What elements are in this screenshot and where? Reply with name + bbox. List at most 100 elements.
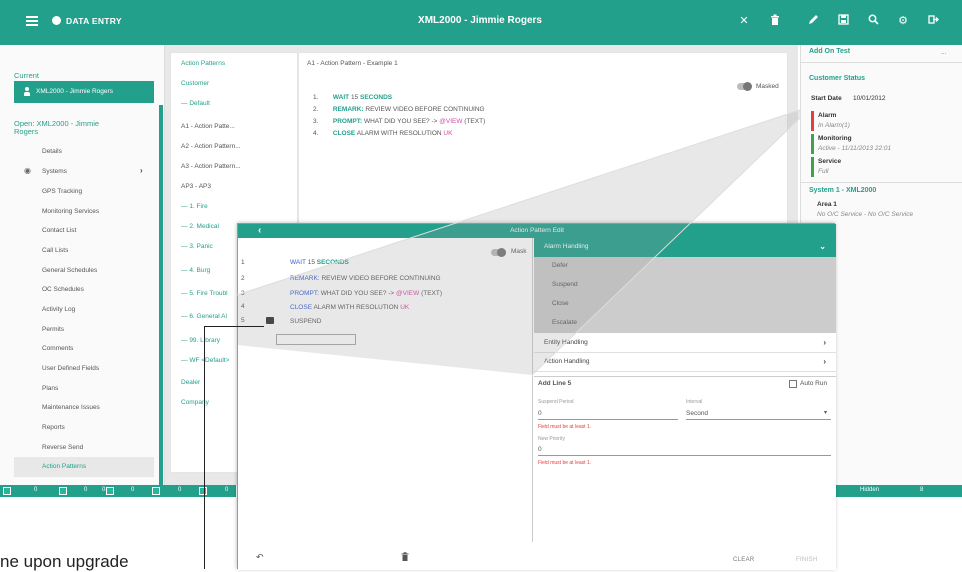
option-close[interactable]: Close xyxy=(534,295,836,314)
nav-item-action-patterns[interactable]: Action Patterns xyxy=(14,457,154,477)
nav-item-reports[interactable]: Reports xyxy=(42,424,65,431)
entity-handling-label: Entity Handling xyxy=(544,339,588,346)
divider xyxy=(801,182,962,183)
line-keyword-2: SECONDS xyxy=(359,94,393,101)
line-number: 4 xyxy=(241,303,245,310)
interval-select[interactable]: Second xyxy=(686,410,708,417)
mask-toggle[interactable] xyxy=(491,248,506,257)
editor-line[interactable]: WAIT 15 SECONDS xyxy=(290,259,349,266)
ap-item[interactable]: — WF <Default> xyxy=(181,357,229,364)
nav-item-reverse-send[interactable]: Reverse Send xyxy=(42,444,83,451)
input-underline xyxy=(686,419,831,420)
new-priority-label: New Priority xyxy=(538,436,565,442)
option-escalate[interactable]: Escalate xyxy=(534,314,836,333)
window-title: XML2000 - Jimmie Rogers xyxy=(418,15,542,26)
pattern-line[interactable]: 2. REMARK: REVIEW VIDEO BEFORE CONTINUIN… xyxy=(313,106,485,113)
nav-item-gps-tracking[interactable]: GPS Tracking xyxy=(42,188,82,195)
line-keyword: WAIT xyxy=(332,94,350,101)
nav-item-oc-schedules[interactable]: OC Schedules xyxy=(42,286,84,293)
ap-item[interactable]: A1 - Action Patte... xyxy=(181,123,235,130)
nav-item-general-schedules[interactable]: General Schedules xyxy=(42,267,97,274)
action-handling-row[interactable]: Action Handling › xyxy=(534,353,836,372)
nav-item-maintenance-issues[interactable]: Maintenance Issues xyxy=(42,404,100,411)
pattern-line[interactable]: 3. PROMPT: WHAT DID YOU SEE? -> @VIEW (T… xyxy=(313,118,485,125)
ap-item[interactable]: — 99. Library xyxy=(181,337,220,344)
status-box xyxy=(199,487,207,495)
line-text: WHAT DID YOU SEE? -> xyxy=(363,118,438,125)
nav-item-user-defined-fields[interactable]: User Defined Fields xyxy=(42,365,99,372)
nav-item-permits[interactable]: Permits xyxy=(42,326,64,333)
current-record-item[interactable]: XML2000 - Jimmie Rogers xyxy=(14,81,154,103)
left-nav: Current XML2000 - Jimmie Rogers Open: XM… xyxy=(0,45,165,485)
nav-item-contact-list[interactable]: Contact List xyxy=(42,227,76,234)
callout-line xyxy=(204,326,205,569)
hamburger-menu-icon[interactable] xyxy=(26,16,38,26)
ap-item[interactable]: A3 - Action Pattern... xyxy=(181,163,241,170)
pen-icon[interactable] xyxy=(806,14,820,28)
option-defer[interactable]: Defer xyxy=(534,257,836,276)
chevron-down-icon: ⌄ xyxy=(819,242,826,251)
ap-item[interactable]: — 5. Fire Troubl xyxy=(181,290,228,297)
ap-item-label: WF <Default> xyxy=(189,357,230,364)
area-label: Area 1 xyxy=(817,201,837,208)
status-value: 0 xyxy=(102,487,106,493)
logout-icon[interactable] xyxy=(926,14,940,28)
line-variable: UK xyxy=(443,130,453,137)
nav-item-plans[interactable]: Plans xyxy=(42,385,58,392)
suspend-period-input[interactable]: 0 xyxy=(538,410,542,417)
editor-line[interactable]: PROMPT: WHAT DID YOU SEE? -> @VIEW (TEXT… xyxy=(290,290,442,297)
masked-toggle[interactable] xyxy=(737,82,752,91)
new-priority-input[interactable]: 0 xyxy=(538,446,542,453)
editor-line[interactable]: REMARK: REVIEW VIDEO BEFORE CONTINUING xyxy=(290,275,441,282)
editor-text: 15 xyxy=(307,259,315,266)
ap-item-label: 5. Fire Troubl xyxy=(189,290,228,297)
line-tail: (TEXT) xyxy=(464,118,486,125)
editor-keyword: CLOSE xyxy=(290,304,313,311)
caret-down-icon[interactable]: ▾ xyxy=(824,409,827,416)
option-suspend[interactable]: Suspend xyxy=(534,276,836,295)
pattern-line[interactable]: 1. WAIT 15 SECONDS xyxy=(313,94,392,101)
save-icon[interactable] xyxy=(836,14,850,28)
ap-item[interactable]: A2 - Action Pattern... xyxy=(181,143,241,150)
editor-line[interactable]: CLOSE ALARM WITH RESOLUTION UK xyxy=(290,304,409,311)
suspend-line[interactable]: SUSPEND xyxy=(290,318,321,325)
pattern-line[interactable]: 4. CLOSE ALARM WITH RESOLUTION UK xyxy=(313,130,452,137)
undo-icon[interactable]: ↶ xyxy=(256,552,264,563)
chevron-right-icon[interactable]: › xyxy=(140,166,143,175)
clear-button[interactable]: CLEAR xyxy=(733,557,755,563)
nav-item-comments[interactable]: Comments xyxy=(42,345,73,352)
ap-default[interactable]: — Default xyxy=(181,100,210,107)
alarm-sub: In Alarm(1) xyxy=(818,122,850,129)
alarm-handling-dropdown[interactable]: Alarm Handling ⌄ xyxy=(534,238,836,257)
hidden-badge-label: Hidden xyxy=(860,487,880,493)
pattern-title: A1 - Action Pattern - Example 1 xyxy=(307,60,398,67)
ap-item[interactable]: AP3 - AP3 xyxy=(181,183,211,190)
status-box xyxy=(3,487,11,495)
nav-item-systems[interactable]: Systems xyxy=(42,168,67,175)
ap-item[interactable]: — 1. Fire xyxy=(181,203,208,210)
trash-icon[interactable] xyxy=(768,14,782,28)
close-icon[interactable]: ✕ xyxy=(737,14,751,28)
nav-item-call-lists[interactable]: Call Lists xyxy=(42,247,68,254)
left-nav-scrollbar[interactable] xyxy=(159,105,163,485)
top-bar: DATA ENTRY XML2000 - Jimmie Rogers ✕ ⚙ xyxy=(0,0,962,45)
user-icon xyxy=(24,87,30,96)
gears-icon[interactable]: ⚙ xyxy=(896,14,910,28)
finish-button[interactable]: FINISH xyxy=(796,557,817,563)
systems-icon: ◉ xyxy=(24,166,31,175)
nav-item-details[interactable]: Details xyxy=(42,148,62,155)
line-input[interactable] xyxy=(276,334,356,345)
interval-label: Interval xyxy=(686,399,703,405)
nav-item-monitoring-services[interactable]: Monitoring Services xyxy=(42,208,99,215)
more-menu-icon[interactable]: ... xyxy=(941,49,946,56)
trash-icon[interactable] xyxy=(401,552,409,563)
ap-item[interactable]: — 4. Burg xyxy=(181,267,210,274)
ap-item[interactable]: — 6. General Al xyxy=(181,313,227,320)
auto-run-checkbox[interactable] xyxy=(789,380,797,388)
ap-item[interactable]: — 3. Panic xyxy=(181,243,213,250)
nav-item-activity-log[interactable]: Activity Log xyxy=(42,306,75,313)
current-record-label: XML2000 - Jimmie Rogers xyxy=(36,88,113,95)
ap-item[interactable]: — 2. Medical xyxy=(181,223,219,230)
entity-handling-row[interactable]: Entity Handling › xyxy=(534,334,836,353)
search-icon[interactable] xyxy=(866,14,880,28)
